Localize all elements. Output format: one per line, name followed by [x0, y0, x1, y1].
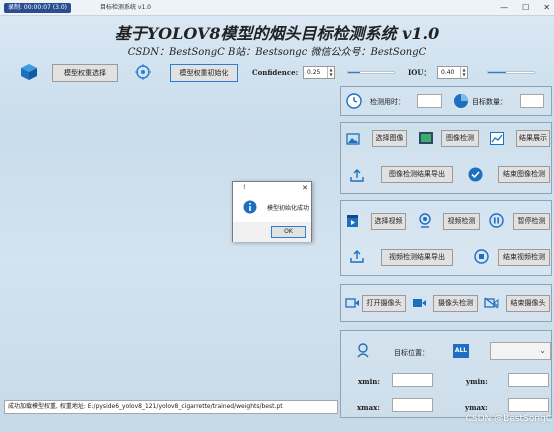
target-position-label: 目标位置： — [394, 349, 429, 357]
pause-icon — [489, 213, 504, 228]
ymax-label: ymax: — [465, 403, 488, 412]
line-chart-icon — [490, 132, 504, 145]
video-camera-icon — [345, 298, 359, 308]
recording-stamp: 录制: 00:00:07 (3.0) — [4, 3, 72, 13]
target-select-dropdown[interactable]: ⌄ — [490, 342, 551, 360]
open-camera-button[interactable]: 打开摄像头 — [362, 295, 406, 312]
ymin-label: ymin: — [466, 377, 488, 386]
video-file-icon — [347, 215, 358, 227]
pie-chart-icon — [454, 94, 468, 108]
confidence-value: 0.25 — [307, 69, 321, 76]
xmax-label: xmax: — [357, 403, 380, 412]
stop-camera-button[interactable]: 结束摄像头 — [506, 295, 550, 312]
stop-video-detect-button[interactable]: 结束视频检测 — [498, 249, 550, 266]
select-image-button[interactable]: 选择图像 — [372, 130, 407, 147]
iou-label: IOU： — [408, 68, 431, 77]
page-title: 基于YOLOV8模型的烟头目标检测系统 v1.0 — [114, 24, 440, 43]
all-badge-icon: ALL — [453, 344, 469, 358]
camera-off-icon — [484, 297, 499, 309]
confidence-spinbox[interactable]: 0.25 ▲ ▼ — [303, 66, 335, 79]
export-image-result-button[interactable]: 图像检测结果导出 — [381, 166, 453, 183]
ok-button[interactable]: OK — [271, 226, 306, 238]
window-titlebar: 录制: 00:00:07 (3.0) 目标检测系统 v1.0 — ☐ ✕ — [0, 0, 554, 16]
dialog-close-icon[interactable]: ✕ — [302, 182, 308, 194]
page-subtitle: CSDN：BestSongC B站：Bestsongc 微信公众号：BestSo… — [127, 47, 427, 58]
stop-image-detect-button[interactable]: 结束图像检测 — [498, 166, 550, 183]
model-weight-select-button[interactable]: 模型权重选择 — [52, 64, 118, 82]
dialog-message: 模型初始化成功 — [267, 205, 310, 212]
clock-icon — [346, 93, 362, 109]
confidence-slider[interactable] — [347, 71, 395, 74]
spin-arrows-icon[interactable]: ▲ ▼ — [327, 67, 334, 78]
check-circle-icon — [468, 167, 483, 182]
maximize-button[interactable]: ☐ — [522, 0, 529, 16]
select-video-button[interactable]: 选择视频 — [371, 213, 406, 230]
confidence-label: Confidence: — [252, 68, 299, 77]
video-detect-button[interactable]: 视频检测 — [443, 213, 480, 230]
iou-value: 0.40 — [441, 69, 455, 76]
detection-time-value — [417, 94, 442, 108]
target-count-value — [520, 94, 544, 108]
chevron-down-icon[interactable]: ⌄ — [539, 346, 546, 355]
window-controls: — ☐ ✕ — [500, 0, 550, 16]
image-display-area — [4, 90, 336, 396]
stop-circle-icon — [474, 249, 489, 264]
confidence-slider-fill — [348, 72, 360, 73]
upload-icon — [350, 250, 364, 263]
iou-slider-fill — [488, 72, 507, 73]
minimize-button[interactable]: — — [500, 0, 508, 16]
xmin-label: xmin: — [358, 377, 380, 386]
target-icon — [135, 64, 151, 80]
info-icon — [243, 200, 257, 214]
xmin-value — [392, 373, 433, 387]
detection-time-label: 检测用时： — [370, 98, 405, 106]
location-pin-icon — [357, 343, 369, 358]
model-weight-init-button[interactable]: 模型权重初始化 — [170, 64, 238, 82]
export-video-result-button[interactable]: 视频检测结果导出 — [381, 249, 453, 266]
spin-arrows-icon[interactable]: ▲ ▼ — [460, 67, 467, 78]
pause-detect-button[interactable]: 暂停检测 — [513, 213, 550, 230]
window-title: 目标检测系统 v1.0 — [100, 4, 152, 11]
cube-icon — [21, 64, 37, 80]
image-detect-button[interactable]: 图像检测 — [441, 130, 479, 147]
dialog-footer: OK — [233, 222, 311, 242]
webcam-icon — [419, 213, 431, 228]
dialog-title: ! — [243, 184, 246, 191]
show-result-button[interactable]: 结果展示 — [516, 130, 550, 147]
upload-icon — [350, 169, 364, 182]
close-window-button[interactable]: ✕ — [543, 0, 550, 16]
image-icon — [346, 133, 360, 145]
target-count-label: 目标数量： — [472, 98, 507, 106]
xmax-value — [392, 398, 433, 412]
camera-detect-icon — [413, 299, 426, 307]
message-dialog: ! ✕ 模型初始化成功 OK — [232, 181, 312, 242]
ymax-value — [508, 398, 549, 412]
iou-slider[interactable] — [487, 71, 535, 74]
camera-detect-button[interactable]: 摄像头检测 — [433, 295, 478, 312]
ymin-value — [508, 373, 549, 387]
iou-spinbox[interactable]: 0.40 ▲ ▼ — [437, 66, 468, 79]
status-bar: 成功加载模型权重, 权重地址: E:/pyside6_yolov8_121/yo… — [4, 400, 338, 414]
image-detect-icon — [419, 132, 433, 144]
watermark: CSDN @BestSongC — [465, 414, 552, 424]
